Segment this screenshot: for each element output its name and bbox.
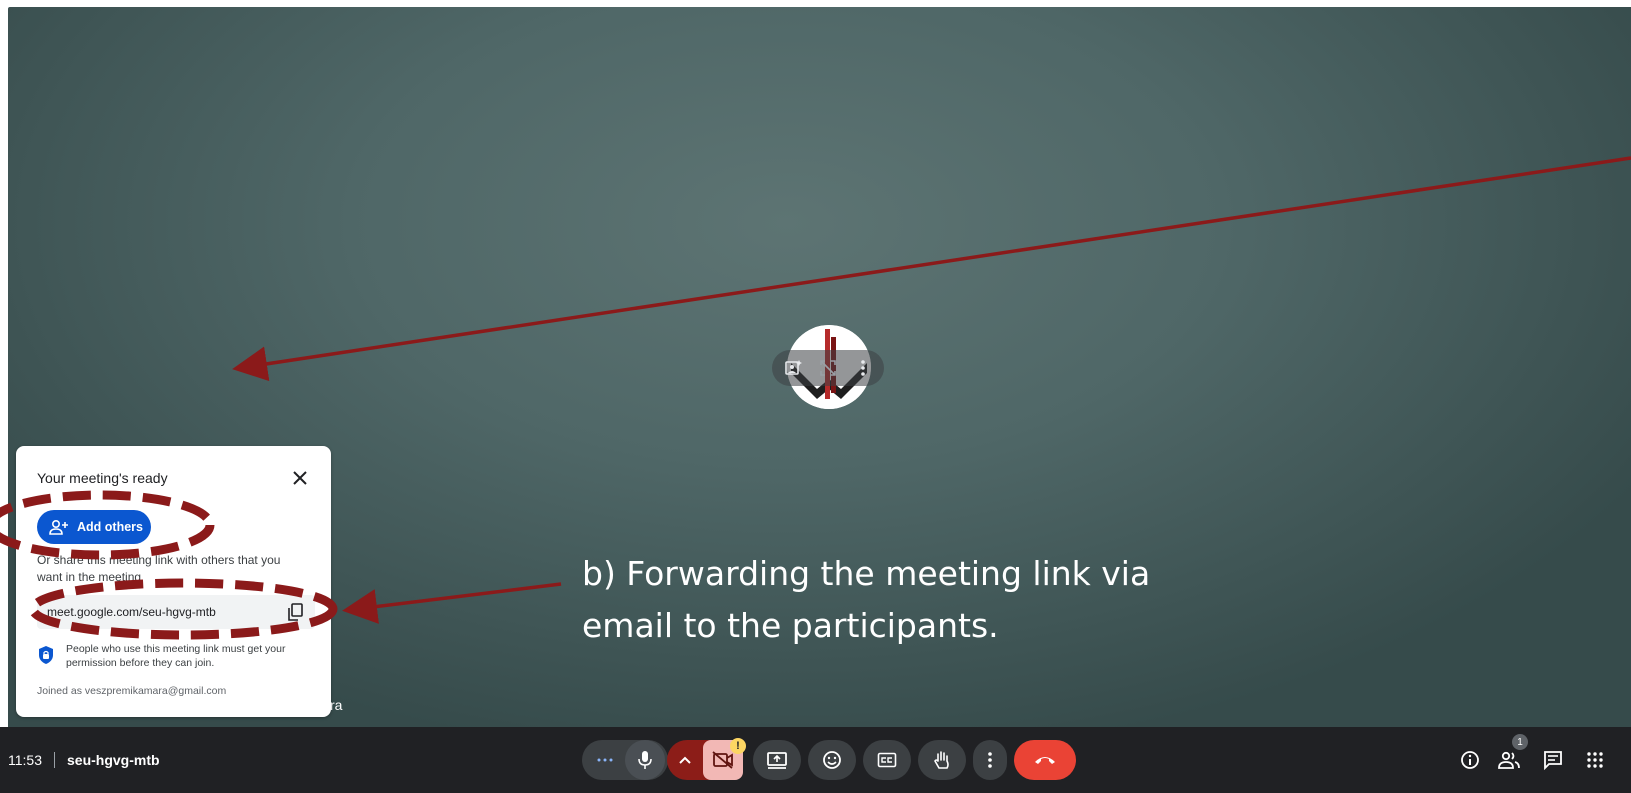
raise-hand-icon: [934, 751, 949, 769]
permission-text: People who use this meeting link must ge…: [66, 643, 286, 669]
present-button[interactable]: [753, 740, 801, 780]
chat-icon: [1544, 751, 1562, 770]
clock: 11:53: [8, 752, 42, 768]
shield-icon: [37, 645, 55, 665]
visual-effects-icon[interactable]: [782, 357, 804, 379]
more-options-icon[interactable]: [585, 758, 625, 762]
chevron-up-icon[interactable]: [667, 756, 703, 764]
mic-group: [582, 740, 668, 780]
participant-name: ra: [330, 697, 343, 713]
raise-hand-button[interactable]: [918, 740, 966, 780]
chat-button[interactable]: [1541, 748, 1565, 772]
bottom-control-bar: 11:53 seu-hgvg-mtb ! 1: [0, 727, 1631, 793]
info-icon: [1461, 751, 1479, 769]
emoji-icon: [823, 751, 841, 769]
people-button[interactable]: [1497, 748, 1521, 772]
meeting-ready-dialog: Your meeting's ready Add others Or share…: [16, 446, 331, 717]
meeting-link[interactable]: meet.google.com/seu-hgvg-mtb: [47, 605, 216, 619]
present-icon: [767, 752, 787, 769]
meeting-code: seu-hgvg-mtb: [67, 752, 160, 768]
camera-warning-badge: !: [730, 738, 746, 754]
close-icon: [293, 471, 307, 485]
hangup-button[interactable]: [1014, 740, 1076, 780]
participants-count-badge: 1: [1512, 734, 1528, 750]
meeting-link-field[interactable]: meet.google.com/seu-hgvg-mtb: [37, 595, 315, 629]
more-vert-button[interactable]: [973, 740, 1007, 780]
tile-more-icon[interactable]: [852, 357, 874, 379]
info-button[interactable]: [1458, 748, 1482, 772]
annotation-caption: b) Forwarding the meeting link via email…: [582, 554, 1151, 645]
framing-icon[interactable]: [817, 357, 839, 379]
joined-as-text: Joined as veszpremikamara@gmail.com: [37, 685, 227, 697]
people-icon: [1498, 751, 1520, 769]
mic-icon[interactable]: [625, 740, 665, 780]
meeting-info: 11:53 seu-hgvg-mtb: [8, 727, 160, 793]
hangup-icon: [1035, 757, 1055, 764]
dialog-title: Your meeting's ready: [37, 470, 168, 486]
more-vert-icon: [988, 752, 992, 768]
captions-button[interactable]: [863, 740, 911, 780]
add-others-button[interactable]: Add others: [37, 510, 151, 544]
copy-icon[interactable]: [285, 602, 305, 622]
permission-notice: People who use this meeting link must ge…: [37, 642, 317, 670]
meeting-stage: ra Your meeting's ready Add others Or sh…: [0, 0, 1631, 727]
apps-icon: [1587, 752, 1603, 768]
tile-controls: [772, 350, 884, 386]
divider: [54, 752, 55, 768]
person-add-icon: [49, 519, 69, 535]
apps-button[interactable]: [1583, 748, 1607, 772]
left-border: [0, 0, 8, 727]
captions-icon: [877, 752, 897, 768]
add-others-label: Add others: [77, 520, 143, 534]
share-instructions: Or share this meeting link with others t…: [37, 553, 281, 584]
top-border: [0, 0, 1631, 7]
emoji-button[interactable]: [808, 740, 856, 780]
close-button[interactable]: [288, 466, 312, 490]
